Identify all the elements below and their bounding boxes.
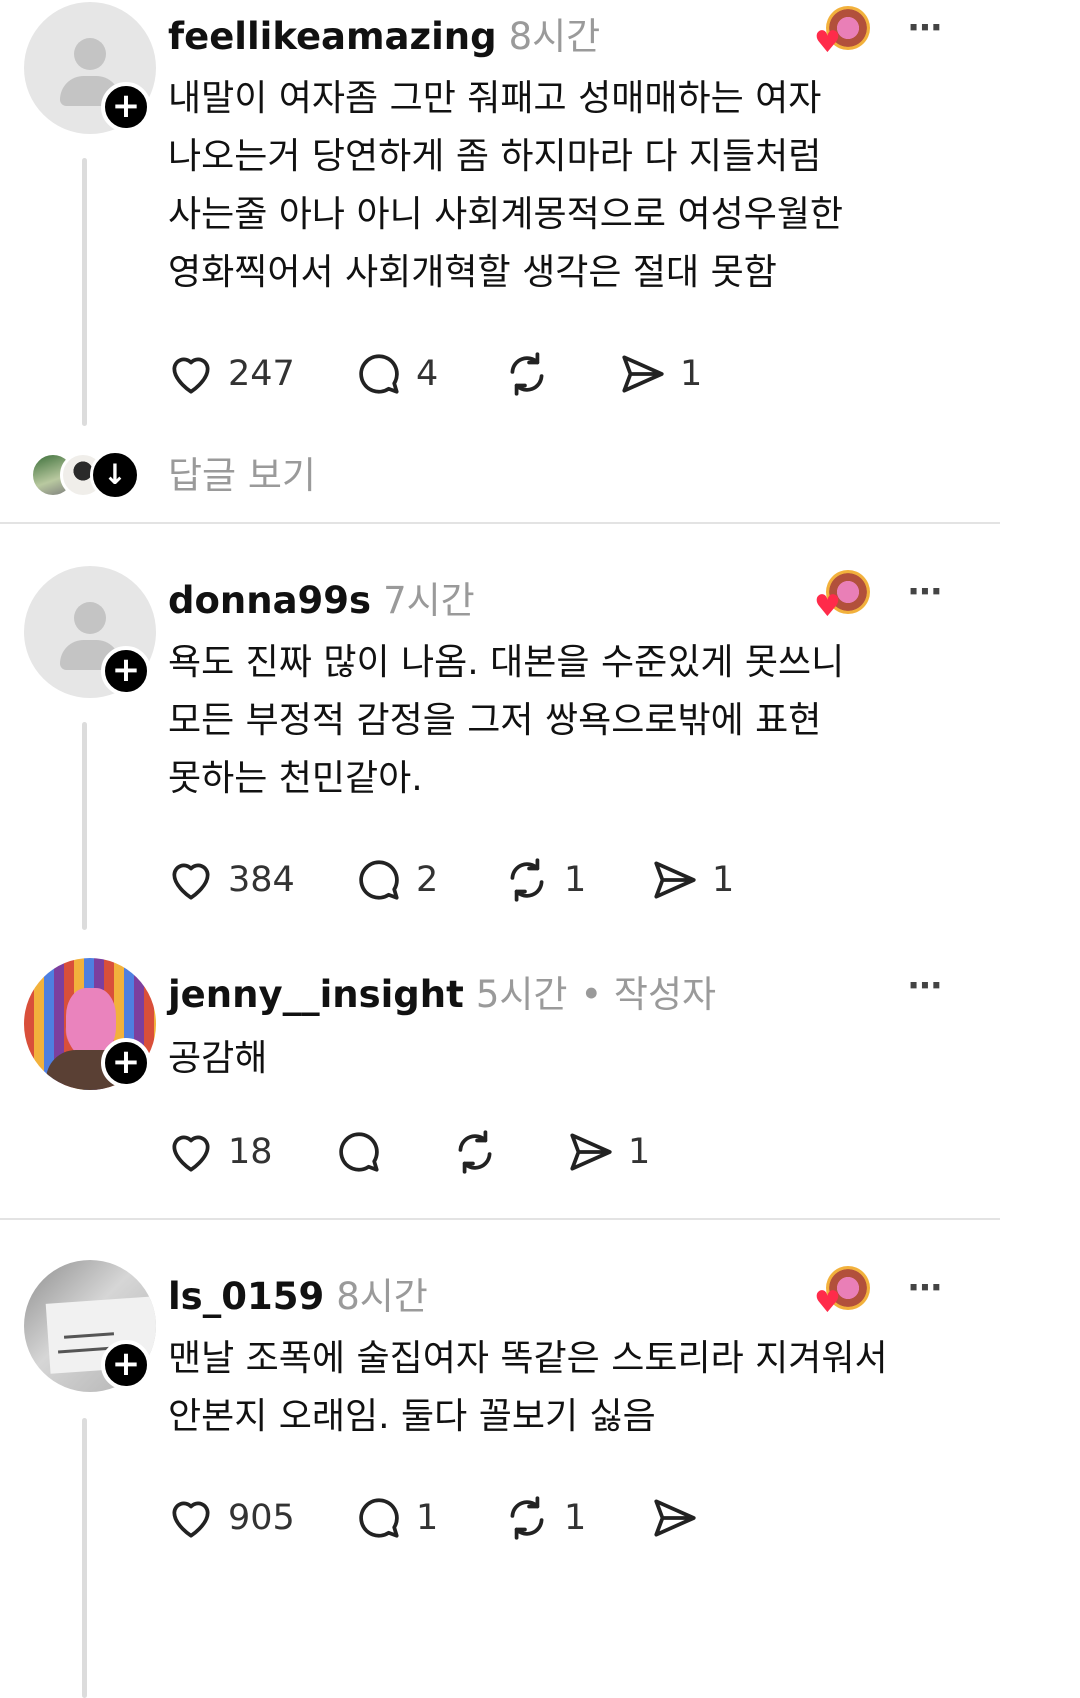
heart-icon — [172, 1501, 210, 1538]
like-button[interactable]: 247 — [166, 350, 295, 398]
send-icon — [654, 1499, 696, 1537]
heart-icon — [172, 357, 210, 394]
author-liked-badge: ♥ — [814, 6, 870, 58]
send-icon — [622, 355, 664, 393]
post-text-line: 공감해 — [168, 1038, 268, 1079]
share-button[interactable] — [650, 1494, 712, 1542]
post-text: 욕도 진짜 많이 나옴. 대본을 수준있게 못쓰니 모든 부정적 감정을 그저 … — [168, 634, 968, 808]
repost-icon — [510, 858, 544, 902]
thread-line — [82, 722, 87, 930]
send-icon — [654, 861, 696, 899]
post-text-line: 내말이 여자좀 그만 줘패고 성매매하는 여자 — [168, 78, 822, 119]
like-button[interactable]: 18 — [166, 1128, 273, 1176]
post-text: 맨날 조폭에 술집여자 똑같은 스토리라 지겨워서 안본지 오래임. 둘다 꼴보… — [168, 1330, 1018, 1446]
post-text-line: 맨날 조폭에 술집여자 똑같은 스토리라 지겨워서 — [168, 1338, 888, 1379]
post-time: 5시간 — [475, 973, 568, 1016]
heart-badge-icon: ♥ — [814, 1285, 841, 1320]
comment-icon — [339, 1132, 379, 1172]
share-button[interactable]: 1 — [566, 1128, 650, 1176]
share-button[interactable]: 1 — [618, 350, 702, 398]
username[interactable]: ls_0159 8시간 — [168, 1266, 428, 1320]
thread-line — [82, 1418, 87, 1698]
post-time: 8시간 — [508, 15, 601, 58]
follow-plus-icon[interactable]: + — [101, 646, 151, 696]
heart-badge-icon: ♥ — [814, 25, 841, 60]
divider — [0, 522, 1000, 524]
username[interactable]: donna99s 7시간 — [168, 570, 475, 624]
author-tag: • 작성자 — [580, 973, 717, 1016]
follow-plus-icon[interactable]: + — [101, 1038, 151, 1088]
like-count: 247 — [228, 354, 295, 394]
down-arrow-icon: ↓ — [90, 450, 140, 500]
post-text-line: 안본지 오래임. 둘다 꼴보기 싫음 — [168, 1396, 656, 1437]
like-count: 18 — [228, 1132, 273, 1172]
repost-icon — [510, 352, 544, 396]
like-button[interactable]: 384 — [166, 856, 295, 904]
repost-count: 1 — [564, 1498, 587, 1538]
post-text-line: 욕도 진짜 많이 나옴. 대본을 수준있게 못쓰니 — [168, 642, 845, 683]
post-text-line: 모든 부정적 감정을 그저 쌍욕으로밖에 표현 — [168, 700, 822, 741]
comment-button[interactable]: 4 — [354, 350, 438, 398]
post-text-line: 사는줄 아나 아니 사회계몽적으로 여성우월한 — [168, 194, 844, 235]
post-text-line: 영화찍어서 사회개혁할 생각은 절대 못함 — [168, 252, 777, 293]
divider — [0, 1218, 1000, 1220]
comment-count: 2 — [416, 860, 439, 900]
more-options-icon[interactable]: ⋯ — [908, 966, 944, 1006]
repost-button[interactable]: 1 — [502, 1494, 586, 1542]
repost-button[interactable] — [502, 350, 564, 398]
follow-plus-icon[interactable]: + — [101, 1340, 151, 1390]
post-time: 8시간 — [336, 1275, 428, 1318]
post-text-line: 못하는 천민같아. — [168, 758, 423, 799]
more-options-icon[interactable]: ⋯ — [908, 1268, 944, 1308]
author-liked-badge: ♥ — [814, 570, 870, 622]
heart-icon — [172, 1135, 210, 1172]
comment-count: 4 — [416, 354, 439, 394]
username[interactable]: feellikeamazing 8시간 — [168, 6, 600, 60]
share-count: 1 — [628, 1132, 651, 1172]
comment-icon — [359, 860, 399, 900]
comment-button[interactable]: 1 — [354, 1494, 438, 1542]
post-time: 7시간 — [383, 579, 475, 622]
repost-icon — [510, 1496, 544, 1540]
repost-count: 1 — [564, 860, 587, 900]
comment-icon — [359, 1498, 399, 1538]
like-count: 384 — [228, 860, 295, 900]
like-button[interactable]: 905 — [166, 1494, 295, 1542]
repost-button[interactable]: 1 — [502, 856, 586, 904]
heart-icon — [172, 863, 210, 900]
follow-plus-icon[interactable]: + — [101, 82, 151, 132]
repost-icon — [458, 1130, 492, 1174]
view-replies-label[interactable]: 답글 보기 — [168, 448, 316, 504]
comment-count: 1 — [416, 1498, 439, 1538]
share-count: 1 — [712, 860, 735, 900]
heart-badge-icon: ♥ — [814, 589, 841, 624]
comment-button[interactable] — [334, 1128, 396, 1176]
like-count: 905 — [228, 1498, 295, 1538]
post-text: 내말이 여자좀 그만 줘패고 성매매하는 여자 나오는거 당연하게 좀 하지마라… — [168, 70, 968, 302]
author-liked-badge: ♥ — [814, 1266, 870, 1318]
comment-button[interactable]: 2 — [354, 856, 438, 904]
repost-button[interactable] — [450, 1128, 512, 1176]
view-replies[interactable]: ↓ 답글 보기 — [30, 448, 430, 504]
post-text: 공감해 — [168, 1030, 968, 1088]
send-icon — [570, 1133, 612, 1171]
share-button[interactable]: 1 — [650, 856, 734, 904]
more-options-icon[interactable]: ⋯ — [908, 572, 944, 612]
thread-line — [82, 158, 87, 426]
comment-icon — [359, 354, 399, 394]
share-count: 1 — [680, 354, 703, 394]
post-text-line: 나오는거 당연하게 좀 하지마라 다 지들처럼 — [168, 136, 822, 177]
username[interactable]: jenny__insight 5시간 • 작성자 — [168, 964, 716, 1018]
more-options-icon[interactable]: ⋯ — [908, 8, 944, 48]
